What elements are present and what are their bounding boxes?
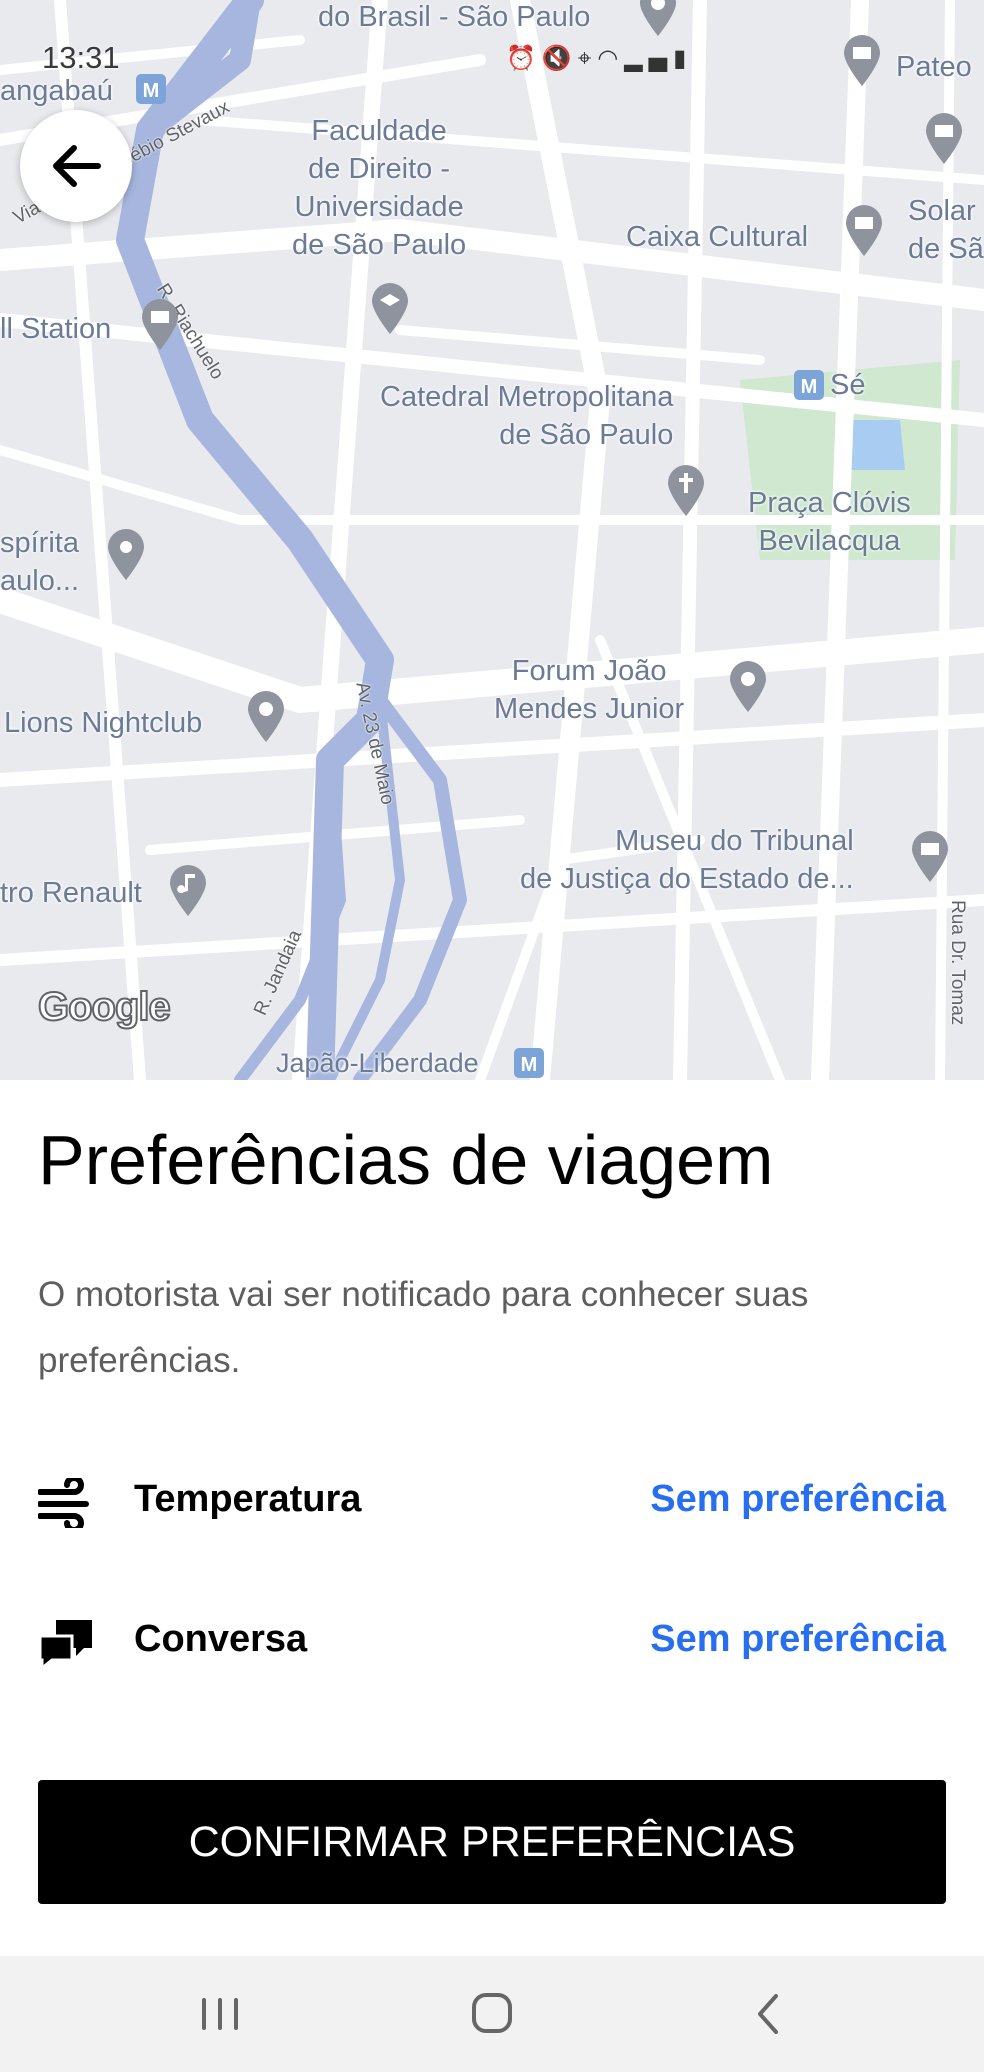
worship-pin-icon[interactable] <box>106 528 146 582</box>
map-label-solar[interactable]: Solar de Sã <box>908 192 984 268</box>
map-label-catedral[interactable]: Catedral Metropolitana de São Paulo <box>380 378 673 454</box>
map-label-anhangabau[interactable]: angabaú <box>0 72 113 110</box>
confirm-preferences-button[interactable]: CONFIRMAR PREFERÊNCIAS <box>38 1780 946 1904</box>
place-pin-icon[interactable] <box>246 690 286 744</box>
back-button[interactable] <box>20 110 132 222</box>
map-label-lions[interactable]: Lions Nightclub <box>4 704 202 742</box>
svg-text:M: M <box>801 376 818 398</box>
map-label-pateo[interactable]: Pateo <box>896 48 972 86</box>
sheet-description: O motorista vai ser notificado para conh… <box>38 1275 809 1380</box>
location-icon: ⌖ <box>577 44 598 72</box>
street-label-tomaz: Rua Dr. Tomaz <box>947 900 968 1026</box>
museum-pin-icon[interactable] <box>844 204 884 258</box>
sheet-title: Preferências de viagem <box>38 1121 774 1199</box>
map-label-caixa[interactable]: Caixa Cultural <box>626 218 808 256</box>
map-label-faculdade[interactable]: Faculdade de Direito - Universidade de S… <box>292 112 466 264</box>
map-label-japao[interactable]: Japão-Liberdade <box>276 1044 479 1080</box>
map-label-praca[interactable]: Praça Clóvis Bevilacqua <box>748 484 911 560</box>
mute-icon: 🔇 <box>541 44 578 72</box>
wifi-icon: ◠ <box>597 44 625 72</box>
preference-row-temperatura[interactable]: Temperatura Sem preferência <box>0 1450 984 1550</box>
map-label-brasil-sp[interactable]: do Brasil - São Paulo <box>318 0 590 36</box>
metro-icon: M <box>794 370 824 400</box>
place-pin-icon[interactable] <box>638 0 678 38</box>
wind-icon <box>38 1478 89 1528</box>
google-logo: Google <box>37 984 172 1030</box>
museum-pin-icon[interactable] <box>924 112 964 166</box>
alarm-icon: ⏰ <box>506 44 542 72</box>
map-view[interactable]: Viaduto Dr. Eusébio Stevaux R. Riachuelo… <box>0 0 984 1080</box>
battery-icon: ▮ <box>673 44 693 72</box>
system-nav-bar <box>0 1956 984 2072</box>
map-label-renault[interactable]: tro Renault <box>0 874 142 912</box>
status-time: 13:31 <box>42 40 120 75</box>
map-label-forum[interactable]: Forum João Mendes Junior <box>494 652 684 728</box>
museum-pin-icon[interactable] <box>140 298 180 352</box>
preference-row-conversa[interactable]: Conversa Sem preferência <box>0 1590 984 1690</box>
map-label-se[interactable]: Sé <box>830 366 865 404</box>
svg-text:M: M <box>143 80 160 102</box>
home-icon[interactable] <box>462 1986 522 2042</box>
map-label-museu[interactable]: Museu do Tribunal de Justiça do Estado d… <box>520 822 854 898</box>
place-pin-icon[interactable] <box>728 660 768 714</box>
recent-apps-icon[interactable] <box>190 1986 250 2042</box>
map-label-espirita[interactable]: spírita aulo... <box>0 524 79 600</box>
metro-icon: M <box>136 74 166 104</box>
university-pin-icon[interactable] <box>370 282 410 336</box>
museum-pin-icon[interactable] <box>842 34 882 88</box>
metro-icon: M <box>514 1048 544 1078</box>
preference-label: Conversa <box>134 1618 308 1660</box>
church-pin-icon[interactable] <box>666 464 706 518</box>
preference-value[interactable]: Sem preferência <box>650 1478 946 1521</box>
museum-pin-icon[interactable] <box>910 830 950 884</box>
preference-value[interactable]: Sem preferência <box>650 1618 946 1661</box>
arrow-left-icon <box>53 145 101 187</box>
signal-icon: ▂▄ <box>624 44 674 72</box>
map-label-station[interactable]: ll Station <box>0 310 111 348</box>
chat-icon <box>38 1620 92 1668</box>
status-icons: ⏰🔇⌖◠▂▄▮ <box>506 44 692 72</box>
music-pin-icon[interactable] <box>168 864 208 918</box>
preference-label: Temperatura <box>134 1478 362 1520</box>
back-nav-icon[interactable] <box>738 1986 798 2042</box>
svg-text:M: M <box>521 1054 538 1076</box>
